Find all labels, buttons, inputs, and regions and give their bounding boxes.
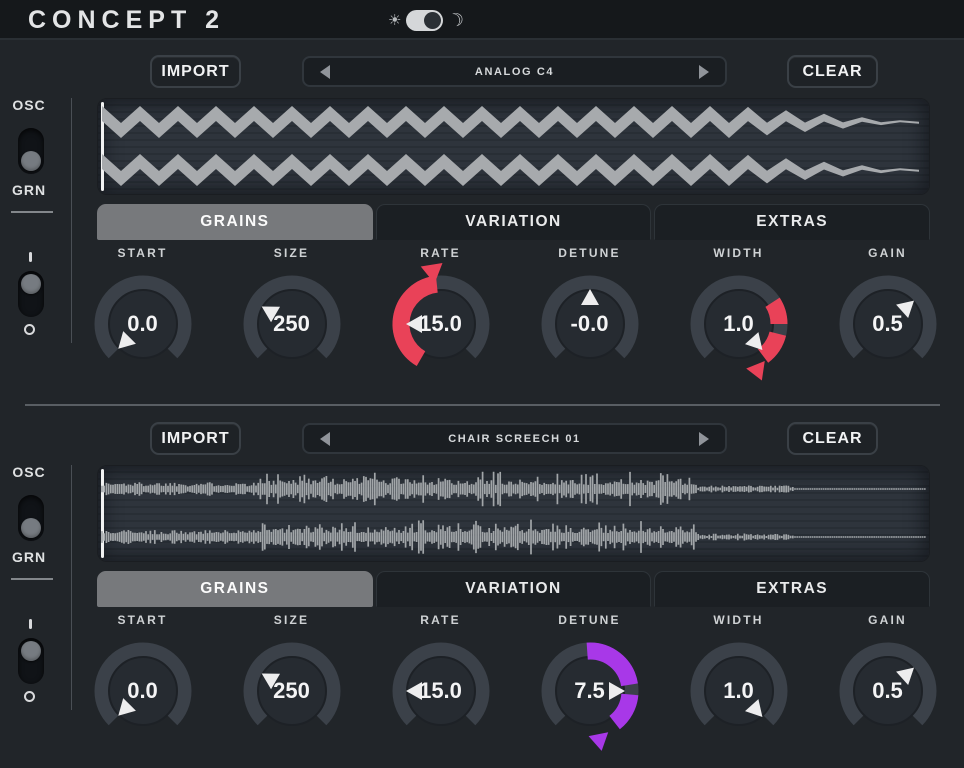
knob-label: RATE xyxy=(420,613,461,628)
tab-grains[interactable]: GRAINS xyxy=(97,204,373,240)
knob-label: DETUNE xyxy=(558,613,621,628)
knob-rate[interactable]: RATE 15.0 xyxy=(366,246,515,374)
oscillator-b-section: IMPORT CHAIR SCREECH 01 CLEAR OSC GRN GR… xyxy=(0,407,964,768)
knob-row: START 0.0 SIZE 250 RATE 15.0 DETUNE 7.5 xyxy=(68,613,962,741)
concept2-plugin-window: CONCEPT 2 ☀ ☽ IMPORT ANALOG C4 CLEAR OSC… xyxy=(0,0,964,768)
prev-sample-icon[interactable] xyxy=(320,432,330,446)
knob-dial[interactable] xyxy=(689,641,789,741)
toggle-knob xyxy=(21,274,41,294)
power-on-mark xyxy=(29,252,32,262)
osc-mode-label: OSC xyxy=(0,464,58,480)
clear-button[interactable]: CLEAR xyxy=(787,422,878,455)
osc-mode-label: OSC xyxy=(0,97,58,113)
toggle-knob xyxy=(21,151,41,171)
grn-mode-label: GRN xyxy=(0,549,58,565)
section-divider xyxy=(25,404,940,406)
knob-start[interactable]: START 0.0 xyxy=(68,613,217,741)
sample-selector[interactable]: CHAIR SCREECH 01 xyxy=(302,423,727,454)
theme-toggle-group: ☀ ☽ xyxy=(388,8,465,32)
sun-icon: ☀ xyxy=(388,13,401,28)
knob-row: START 0.0 SIZE 250 RATE 15.0 DETUNE -0.0 xyxy=(68,246,962,374)
osc-grn-toggle[interactable] xyxy=(18,128,44,174)
sample-selector[interactable]: ANALOG C4 xyxy=(302,56,727,87)
knob-dial[interactable] xyxy=(391,641,491,741)
knob-dial[interactable] xyxy=(838,641,938,741)
tab-extras[interactable]: EXTRAS xyxy=(654,204,930,240)
knob-dial[interactable] xyxy=(242,274,342,374)
power-on-mark xyxy=(29,619,32,629)
knob-gain[interactable]: GAIN 0.5 xyxy=(813,613,962,741)
tab-grains[interactable]: GRAINS xyxy=(97,571,373,607)
clear-button[interactable]: CLEAR xyxy=(787,55,878,88)
waveform-display[interactable] xyxy=(97,98,930,195)
import-button[interactable]: IMPORT xyxy=(150,422,241,455)
power-toggle[interactable] xyxy=(18,271,44,317)
import-button[interactable]: IMPORT xyxy=(150,55,241,88)
waveform-display[interactable] xyxy=(97,465,930,562)
knob-label: START xyxy=(117,246,167,261)
oscillator-a-section: IMPORT ANALOG C4 CLEAR OSC GRN GRAINS VA… xyxy=(0,40,964,407)
knob-label: RATE xyxy=(420,246,461,261)
sidebar-divider xyxy=(11,578,53,580)
knob-dial[interactable] xyxy=(93,274,193,374)
knob-label: WIDTH xyxy=(713,613,763,628)
tab-bar: GRAINS VARIATION EXTRAS xyxy=(97,204,930,240)
toggle-knob xyxy=(21,518,41,538)
knob-dial[interactable] xyxy=(838,274,938,374)
tab-variation[interactable]: VARIATION xyxy=(376,204,652,240)
knob-label: WIDTH xyxy=(713,246,763,261)
knob-label: GAIN xyxy=(868,246,907,261)
grn-mode-label: GRN xyxy=(0,182,58,198)
moon-icon: ☽ xyxy=(446,9,467,31)
power-toggle[interactable] xyxy=(18,638,44,684)
next-sample-icon[interactable] xyxy=(699,65,709,79)
osc-grn-toggle[interactable] xyxy=(18,495,44,541)
app-logo: CONCEPT 2 xyxy=(28,6,225,35)
knob-size[interactable]: SIZE 250 xyxy=(217,246,366,374)
sidebar-divider xyxy=(11,211,53,213)
knob-dial[interactable] xyxy=(93,641,193,741)
toggle-knob xyxy=(21,641,41,661)
knob-width[interactable]: WIDTH 1.0 xyxy=(664,613,813,741)
theme-toggle-knob xyxy=(424,12,441,29)
knob-label: DETUNE xyxy=(558,246,621,261)
tab-variation[interactable]: VARIATION xyxy=(376,571,652,607)
knob-detune[interactable]: DETUNE -0.0 xyxy=(515,246,664,374)
knob-dial[interactable] xyxy=(242,641,342,741)
knob-size[interactable]: SIZE 250 xyxy=(217,613,366,741)
knob-dial[interactable] xyxy=(689,274,789,374)
next-sample-icon[interactable] xyxy=(699,432,709,446)
knob-label: SIZE xyxy=(274,246,309,261)
power-off-mark xyxy=(24,324,35,335)
prev-sample-icon[interactable] xyxy=(320,65,330,79)
knob-dial[interactable] xyxy=(540,641,640,741)
tab-extras[interactable]: EXTRAS xyxy=(654,571,930,607)
topbar: CONCEPT 2 ☀ ☽ xyxy=(0,0,964,40)
tab-bar: GRAINS VARIATION EXTRAS xyxy=(97,571,930,607)
knob-label: START xyxy=(117,613,167,628)
knob-rate[interactable]: RATE 15.0 xyxy=(366,613,515,741)
sample-name: CHAIR SCREECH 01 xyxy=(330,433,699,445)
power-off-mark xyxy=(24,691,35,702)
sample-name: ANALOG C4 xyxy=(330,66,699,78)
knob-gain[interactable]: GAIN 0.5 xyxy=(813,246,962,374)
knob-dial[interactable] xyxy=(540,274,640,374)
knob-label: GAIN xyxy=(868,613,907,628)
knob-detune[interactable]: DETUNE 7.5 xyxy=(515,613,664,741)
knob-width[interactable]: WIDTH 1.0 xyxy=(664,246,813,374)
knob-dial[interactable] xyxy=(391,274,491,374)
theme-toggle[interactable] xyxy=(406,10,443,31)
knob-start[interactable]: START 0.0 xyxy=(68,246,217,374)
knob-label: SIZE xyxy=(274,613,309,628)
